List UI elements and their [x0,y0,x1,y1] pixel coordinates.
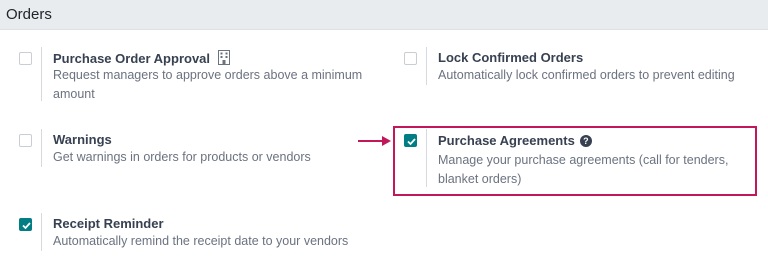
section-header: Orders [0,0,768,30]
check-icon [22,222,31,230]
receipt-reminder-checkbox[interactable] [19,218,32,231]
purchase-agreements-description: Manage your purchase agreements (call fo… [438,153,729,186]
divider [426,47,427,85]
divider [41,213,42,251]
section-title: Orders [6,6,52,23]
check-icon [407,138,416,146]
annotation-arrow [358,136,391,146]
divider [41,129,42,167]
purchase-agreements-checkbox[interactable] [404,134,417,147]
lock-confirmed-orders-checkbox[interactable] [404,52,417,65]
purchase-order-approval-checkbox[interactable] [19,52,32,65]
receipt-reminder-description: Automatically remind the receipt date to… [53,234,349,248]
lock-confirmed-orders-label: Lock Confirmed Orders [438,50,584,65]
warnings-label: Warnings [53,132,112,147]
receipt-reminder-label: Receipt Reminder [53,216,164,231]
help-circle-icon[interactable]: ? [579,135,592,147]
purchase-agreements-label: Purchase Agreements? [438,133,592,148]
divider [426,129,427,187]
purchase-order-approval-description: Request managers to approve orders above… [53,68,363,101]
warnings-description: Get warnings in orders for products or v… [53,150,311,164]
warnings-checkbox[interactable] [19,134,32,147]
lock-confirmed-orders-description: Automatically lock confirmed orders to p… [438,68,735,82]
divider [41,47,42,101]
